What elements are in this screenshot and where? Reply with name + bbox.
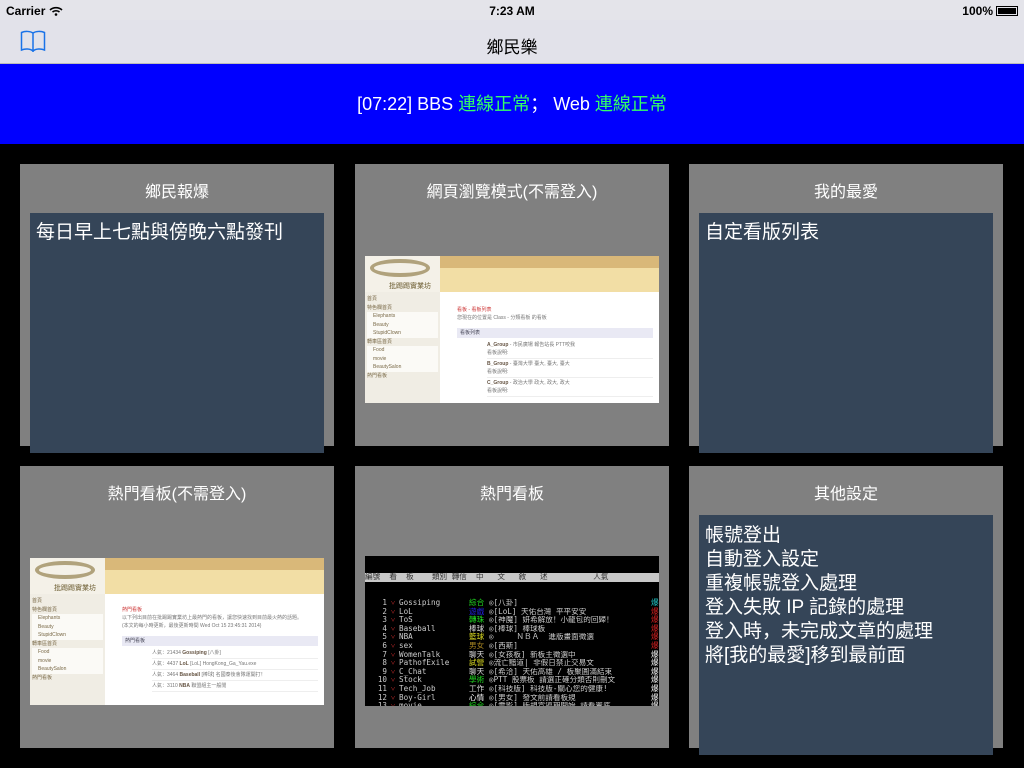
tile-panel: 自定看版列表	[699, 213, 993, 453]
bbs-cat: 綜合	[469, 701, 485, 706]
bbs-desc: ◎流亡黯道| 非假日禁止交易文	[489, 659, 594, 668]
setting-auto-login[interactable]: 自動登入設定	[705, 548, 987, 572]
separator: ；	[530, 94, 549, 114]
tile-news[interactable]: 鄉民報爆 每日早上七點與傍晚六點發刊	[20, 164, 334, 453]
page-title: 鄉民樂	[486, 38, 538, 57]
bbs-desc: ◎[八卦]	[489, 598, 518, 607]
setting-duplicate-login[interactable]: 重複帳號登入處理	[705, 572, 987, 596]
new-mark-icon: ˅	[390, 701, 396, 706]
setting-favorites-first[interactable]: 將[我的最愛]移到最前面	[705, 644, 987, 668]
bbs-desc: ◎[西斯]	[489, 641, 518, 650]
tile-title: 網頁瀏覽模式(不需登入)	[426, 184, 598, 201]
setting-unfinished-post[interactable]: 登入時，未完成文章的處理	[705, 620, 987, 644]
bbs-desc: ◎[棒球] 棒球板	[489, 624, 546, 633]
bbs-desc: ◎[女孩板] 新板主徵選中	[489, 650, 576, 659]
bbs-list-header: 編號 看 板 類別 轉信 中 文 敘 述 人氣	[365, 573, 659, 582]
tile-title: 鄉民報爆	[144, 184, 209, 201]
tile-hot-boards-web[interactable]: 熱門看板(不需登入) 批踢踢實業坊 首頁 特色欄首頁 Elephants Beaut…	[20, 466, 334, 748]
hot-boards-web-preview: 批踢踢實業坊 首頁 特色欄首頁 Elephants Beauty StupidClow…	[30, 558, 324, 705]
tile-favorites[interactable]: 我的最愛 自定看版列表	[689, 164, 1003, 453]
tile-title: 我的最愛	[813, 184, 878, 201]
bbs-label: BBS	[417, 94, 454, 114]
ptt-logo: 批踢踢實業坊	[30, 558, 105, 594]
status-time-label: [07:22]	[357, 94, 413, 114]
bbs-hot-boards-preview: 編號 看 板 類別 轉信 中 文 敘 述 人氣 1 ˅ Gossiping 綜合 ◎[八…	[365, 556, 659, 706]
setting-failed-login-ip[interactable]: 登入失敗 IP 記錄的處理	[705, 596, 987, 620]
bbs-desc: ◎[科技版] 科技版-關心您的健康!	[489, 684, 608, 693]
bbs-desc: ◎[神魔] 妍希解放！小龍包的回歸！	[489, 616, 614, 625]
bbs-desc: ◎[LoL] 天佑台灣 平平安安	[489, 607, 587, 616]
panel-line: 自定看版列表	[705, 222, 820, 243]
bbs-desc: ◎PTT 股票板 請選正確分類否則刪文	[489, 676, 616, 685]
navigation-bar: 鄉民樂	[0, 20, 1024, 64]
preview-sidebar: 首頁 特色欄首頁 Elephants Beauty StupidClown 轉車區首頁…	[365, 292, 440, 403]
panel-line: 每日早上七點與傍晚六點發刊	[36, 222, 284, 243]
preview-sidebar: 首頁 特色欄首頁 Elephants Beauty StupidClown 轉車區首頁…	[30, 594, 105, 705]
status-bar: Carrier 7:23 AM 100%	[0, 0, 1024, 20]
bbs-desc: ◎[電影] 版規宣導期開始 請看置底	[489, 702, 651, 706]
web-status: 連線正常	[594, 94, 667, 114]
connection-status-banner: [07:22] BBS 連線正常； Web 連線正常	[0, 64, 1024, 144]
bbs-desc: ◎[希洽] 天佑高雄 / 板聚圓滿結束	[489, 667, 613, 676]
tile-title: 熱門看板(不需登入)	[107, 486, 247, 503]
tile-title: 其他設定	[813, 486, 878, 503]
web-browse-preview: 批踢踢實業坊 首頁 特色欄首頁 Elephants Beauty StupidClow…	[365, 256, 659, 403]
tile-panel: 每日早上七點與傍晚六點發刊	[30, 213, 324, 453]
web-label: Web	[553, 94, 590, 114]
tile-web-browse[interactable]: 網頁瀏覽模式(不需登入) 批踢踢實業坊 首頁 特色欄首頁 Elephants Bea…	[355, 164, 669, 446]
battery-indicator: 100%	[962, 4, 1018, 18]
tile-settings[interactable]: 其他設定 帳號登出 自動登入設定 重複帳號登入處理 登入失敗 IP 記錄的處理 …	[689, 466, 1003, 755]
bbs-status: 連線正常	[458, 94, 531, 114]
setting-logout[interactable]: 帳號登出	[705, 524, 987, 548]
bbs-board: movie	[399, 701, 422, 706]
battery-icon	[996, 6, 1018, 16]
bbs-pop: 爆!	[651, 701, 659, 706]
bbs-board-row: 13˅movie 綜合 ◎[電影] 版規宣導期開始 請看置底爆!	[365, 701, 659, 706]
settings-panel: 帳號登出 自動登入設定 重複帳號登入處理 登入失敗 IP 記錄的處理 登入時，未…	[699, 515, 993, 755]
tile-title: 熱門看板	[479, 486, 544, 503]
bbs-desc: ◎[男女] 發文前請看板規	[489, 693, 576, 702]
tile-hot-boards-bbs[interactable]: 熱門看板 編號 看 板 類別 轉信 中 文 敘 述 人氣 1 ˅ Gossiping…	[355, 466, 669, 748]
status-time: 7:23 AM	[489, 4, 535, 18]
bbs-n: 13	[377, 701, 387, 706]
bbs-desc: ◎ ＮＢＡ 進版畫面徵選	[489, 633, 594, 642]
ptt-logo: 批踢踢實業坊	[365, 256, 440, 292]
